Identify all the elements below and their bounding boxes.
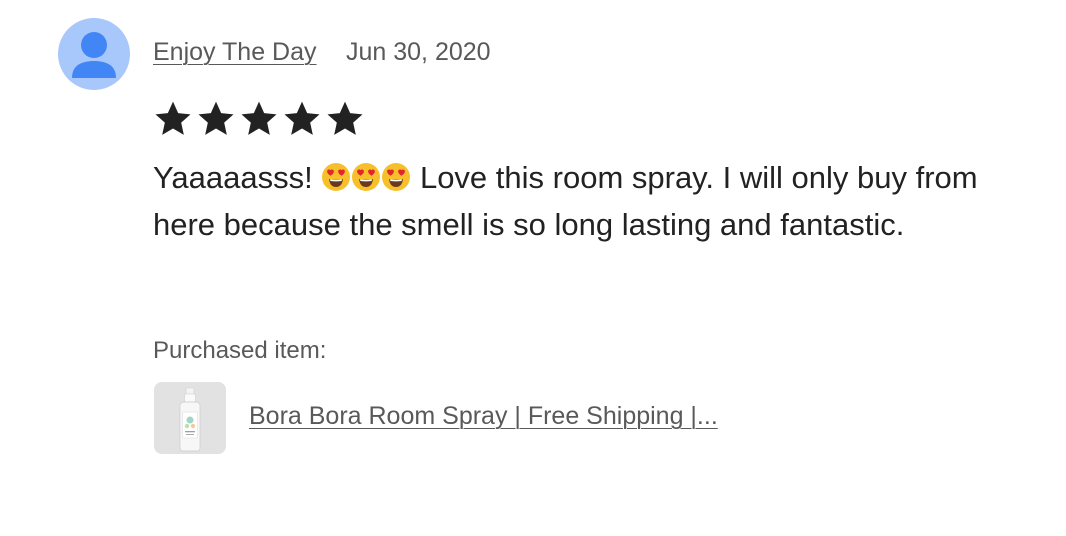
reviewer-name-link[interactable]: Enjoy The Day	[153, 38, 317, 67]
spray-bottle-image	[154, 382, 226, 454]
review-text: Yaaaaasss! Love this room spray. I will …	[153, 154, 1013, 248]
purchased-item-link[interactable]: Bora Bora Room Spray | Free Shipping |..…	[249, 402, 718, 431]
review-card: Enjoy The Day Jun 30, 2020 Yaaaaasss! Lo…	[0, 0, 1066, 536]
star-icon	[327, 101, 363, 135]
review-date: Jun 30, 2020	[346, 38, 491, 66]
star-icon	[198, 101, 234, 135]
star-icon	[284, 101, 320, 135]
purchased-item-thumbnail[interactable]	[154, 382, 226, 454]
purchased-item-label: Purchased item:	[153, 337, 327, 364]
review-text-start: Yaaaaasss!	[153, 160, 313, 195]
heart-eyes-emoji-icon	[382, 163, 411, 191]
heart-eyes-emoji-icon	[352, 163, 381, 191]
star-rating	[153, 99, 365, 141]
heart-eyes-emoji-icon	[322, 163, 351, 191]
star-icon	[241, 101, 277, 135]
avatar[interactable]	[58, 18, 130, 90]
person-icon	[72, 32, 116, 78]
star-icon	[155, 101, 191, 135]
